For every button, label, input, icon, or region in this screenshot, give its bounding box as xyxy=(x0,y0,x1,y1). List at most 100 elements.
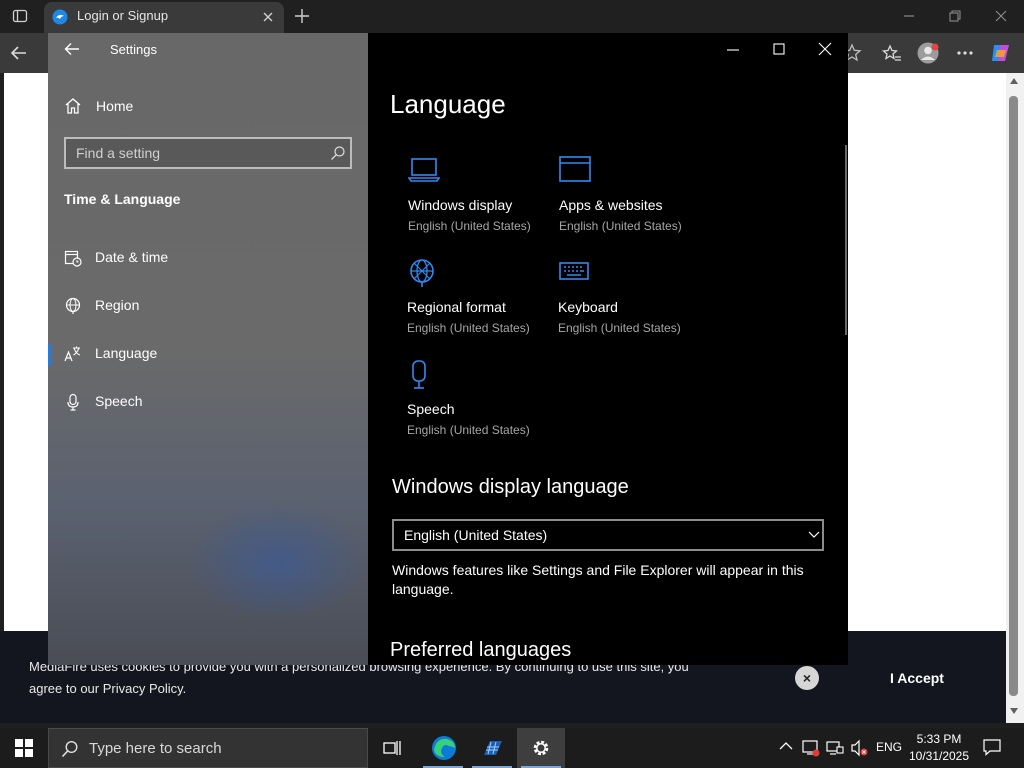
home-label: Home xyxy=(96,98,134,114)
copilot-icon[interactable] xyxy=(989,41,1013,65)
nav-language[interactable]: Language xyxy=(48,334,368,374)
page-scrollbar-thumb[interactable] xyxy=(1009,96,1018,696)
description-line2: language. xyxy=(392,581,454,597)
display-language-heading: Windows display language xyxy=(392,476,629,498)
browser-minimize-icon[interactable] xyxy=(902,9,916,23)
microphone-icon xyxy=(407,360,441,390)
clock-date[interactable]: 10/31/2025 xyxy=(906,749,972,763)
globe-format-icon xyxy=(407,258,441,288)
nav-region[interactable]: Region xyxy=(48,286,368,326)
tile-windows-display[interactable]: Windows display English (United States) xyxy=(408,156,558,246)
calendar-clock-icon xyxy=(64,249,82,267)
nav-label-date-time: Date & time xyxy=(95,249,169,265)
settings-window: Settings Home Find a setting Time & Lang… xyxy=(48,33,848,665)
display-language-select[interactable]: English (United States) xyxy=(392,519,824,551)
scroll-down-icon[interactable] xyxy=(1010,708,1018,714)
tab-close-icon[interactable] xyxy=(262,11,274,23)
settings-main-pane: Language Windows display English (United… xyxy=(368,33,848,665)
volume-muted-icon[interactable] xyxy=(850,739,868,757)
more-options-icon[interactable] xyxy=(955,43,975,63)
browser-tab[interactable]: Login or Signup xyxy=(44,2,284,33)
keyboard-icon xyxy=(558,258,592,288)
settings-scrollbar[interactable] xyxy=(845,145,847,335)
chevron-down-icon xyxy=(808,531,820,539)
tile-title: Apps & websites xyxy=(559,197,663,213)
tile-speech[interactable]: Speech English (United States) xyxy=(407,360,557,450)
nav-label-language: Language xyxy=(95,345,158,361)
taskbar-app-button[interactable] xyxy=(468,728,516,768)
taskbar-settings-button[interactable] xyxy=(517,728,565,768)
settings-back-icon[interactable] xyxy=(64,42,80,56)
tile-subtitle: English (United States) xyxy=(558,321,681,335)
tile-title: Keyboard xyxy=(558,299,618,315)
clock-time[interactable]: 5:33 PM xyxy=(908,732,970,746)
tile-title: Windows display xyxy=(408,197,513,213)
browser-close-icon[interactable] xyxy=(994,9,1008,23)
settings-app-title: Settings xyxy=(110,42,157,57)
network-icon[interactable] xyxy=(826,739,844,757)
task-view-button[interactable] xyxy=(368,728,416,768)
taskbar-search-icon xyxy=(61,740,79,758)
settings-minimize-icon[interactable] xyxy=(726,43,740,57)
nav-label-region: Region xyxy=(95,297,140,313)
tile-apps-websites[interactable]: Apps & websites English (United States) xyxy=(559,156,709,246)
section-title: Time & Language xyxy=(64,191,181,207)
hidden-icons-chevron-icon[interactable] xyxy=(779,741,793,751)
profile-avatar-icon[interactable] xyxy=(917,42,939,64)
preferred-languages-heading: Preferred languages xyxy=(390,639,572,661)
mediafire-favicon xyxy=(52,9,68,25)
tile-keyboard[interactable]: Keyboard English (United States) xyxy=(558,258,708,348)
search-icon[interactable] xyxy=(330,145,346,161)
nav-date-time[interactable]: Date & time xyxy=(48,238,368,278)
tile-title: Regional format xyxy=(407,299,506,315)
laptop-icon xyxy=(408,156,442,186)
cookie-close-button[interactable]: × xyxy=(795,666,819,690)
settings-maximize-icon[interactable] xyxy=(772,42,786,56)
nav-speech[interactable]: Speech xyxy=(48,382,368,422)
input-language-indicator[interactable]: ENG xyxy=(876,740,902,754)
new-tab-icon[interactable] xyxy=(294,8,310,24)
page-title: Language xyxy=(390,89,506,119)
description-line1: Windows features like Settings and File … xyxy=(392,562,804,578)
nav-label-speech: Speech xyxy=(95,393,143,409)
taskbar: Type here to search ENG 5:33 PM 10/31/20… xyxy=(0,728,1024,768)
accept-cookies-button[interactable]: I Accept xyxy=(862,664,972,692)
windows-start-icon[interactable] xyxy=(15,739,33,757)
display-language-description: Windows features like Settings and File … xyxy=(392,561,832,599)
taskbar-edge-button[interactable] xyxy=(419,728,467,768)
cookie-text-suffix: . xyxy=(182,681,187,696)
tab-actions-icon[interactable] xyxy=(12,8,28,24)
security-alert-icon[interactable] xyxy=(802,739,820,757)
notifications-icon[interactable] xyxy=(983,738,1001,756)
taskbar-search-box[interactable]: Type here to search xyxy=(48,728,368,768)
task-view-icon xyxy=(383,739,401,757)
app-grid-icon xyxy=(482,739,504,757)
settings-gear-icon xyxy=(531,738,551,758)
tile-subtitle: English (United States) xyxy=(407,423,530,437)
globe-icon xyxy=(64,297,82,315)
browser-restore-icon[interactable] xyxy=(948,9,962,23)
favorites-icon[interactable] xyxy=(882,43,902,63)
tile-subtitle: English (United States) xyxy=(559,219,682,233)
tile-title: Speech xyxy=(407,401,455,417)
cookie-message-line2: agree to our Privacy Policy. xyxy=(29,678,749,700)
tile-subtitle: English (United States) xyxy=(408,219,531,233)
cookie-text-prefix: agree to our xyxy=(29,681,103,696)
edge-browser-icon xyxy=(430,734,458,762)
sidebar-acrylic-blur xyxy=(188,503,368,623)
home-nav-item[interactable]: Home xyxy=(64,96,364,120)
tile-subtitle: English (United States) xyxy=(407,321,530,335)
find-setting-input[interactable]: Find a setting xyxy=(64,137,352,169)
search-placeholder: Find a setting xyxy=(76,145,161,161)
active-nav-indicator xyxy=(48,344,51,366)
scroll-up-icon[interactable] xyxy=(1010,78,1018,84)
settings-close-icon[interactable] xyxy=(818,42,832,56)
window-icon xyxy=(559,156,593,186)
taskbar-search-text: Type here to search xyxy=(89,740,222,757)
tab-title: Login or Signup xyxy=(77,8,169,23)
home-icon xyxy=(64,97,82,115)
privacy-policy-link[interactable]: Privacy Policy xyxy=(103,681,183,696)
settings-sidebar: Settings Home Find a setting Time & Lang… xyxy=(48,33,368,665)
tile-regional-format[interactable]: Regional format English (United States) xyxy=(407,258,557,348)
back-arrow-icon[interactable] xyxy=(10,44,28,62)
